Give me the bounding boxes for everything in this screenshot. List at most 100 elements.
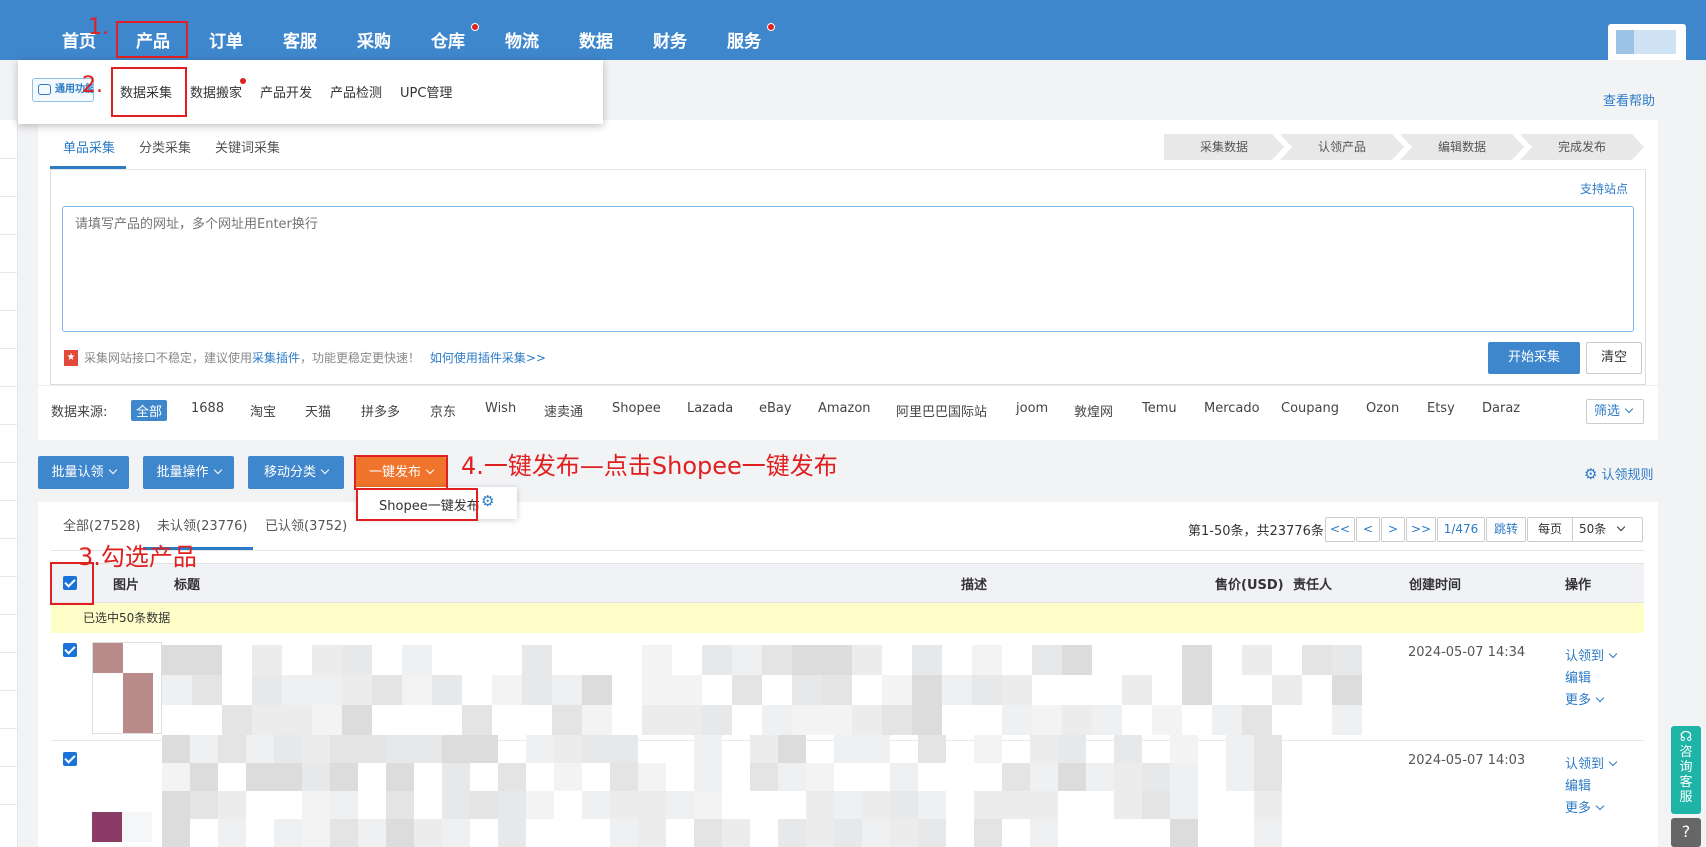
row-claim-link[interactable]: 认领到 <box>1565 753 1618 772</box>
source-daraz[interactable]: Daraz <box>1482 401 1520 416</box>
batch-ops-button[interactable]: 批量操作 <box>143 456 234 489</box>
chevron-down-icon <box>320 465 330 475</box>
help-link[interactable]: 查看帮助 <box>1603 90 1655 109</box>
nav-item-services[interactable]: 服务 <box>727 27 761 52</box>
help-question-icon[interactable]: ? <box>1671 818 1701 847</box>
source-pinduoduo[interactable]: 拼多多 <box>361 401 400 420</box>
filter-label: 筛选 <box>1594 404 1621 419</box>
blur-pixel <box>342 675 372 705</box>
clear-button[interactable]: 清空 <box>1586 342 1642 374</box>
blur-pixel <box>162 675 192 705</box>
howto-plugin-link[interactable]: 如何使用插件采集>> <box>430 351 546 365</box>
row-more-link[interactable]: 更多 <box>1565 797 1605 816</box>
per-page-select[interactable]: 每页 50条 <box>1527 517 1643 542</box>
blur-pixel <box>358 735 386 763</box>
tab-keyword-collect[interactable]: 关键词采集 <box>215 137 280 156</box>
source-1688[interactable]: 1688 <box>191 401 224 416</box>
start-collect-button[interactable]: 开始采集 <box>1488 342 1580 374</box>
blur-pixel <box>1030 791 1058 819</box>
source-shopee[interactable]: Shopee <box>612 401 661 416</box>
page-next-button[interactable]: > <box>1381 517 1405 542</box>
tab-all-products[interactable]: 全部(27528) <box>63 515 141 534</box>
blur-pixel <box>1002 763 1030 791</box>
nav-item-logistics[interactable]: 物流 <box>505 27 539 52</box>
submenu-product-check[interactable]: 产品检测 <box>330 82 382 101</box>
avatar[interactable] <box>1608 24 1686 60</box>
source-temu[interactable]: Temu <box>1142 401 1177 416</box>
blur-pixel <box>702 645 732 675</box>
tab-single-collect[interactable]: 单品采集 <box>63 137 115 156</box>
page-first-button[interactable]: << <box>1325 517 1355 542</box>
customer-service-widget[interactable]: ☊ 咨询客服 <box>1671 726 1701 814</box>
blur-pixel <box>666 791 694 819</box>
blur-pixel <box>372 675 402 705</box>
blur-pixel <box>1332 705 1362 735</box>
support-sites-link[interactable]: 支持站点 <box>1580 180 1628 197</box>
source-etsy[interactable]: Etsy <box>1427 401 1455 416</box>
page-prev-button[interactable]: < <box>1356 517 1380 542</box>
source-jd[interactable]: 京东 <box>430 401 456 420</box>
blur-pixel <box>778 763 806 791</box>
blur-pixel <box>610 791 638 819</box>
nav-item-warehouse[interactable]: 仓库 <box>431 27 465 52</box>
blur-pixel <box>750 763 778 791</box>
blur-pixel <box>312 705 342 735</box>
source-dhgate[interactable]: 敦煌网 <box>1074 401 1113 420</box>
row-claim-link[interactable]: 认领到 <box>1565 645 1618 664</box>
source-coupang[interactable]: Coupang <box>1281 401 1339 416</box>
submenu-product-dev[interactable]: 产品开发 <box>260 82 312 101</box>
tab-category-collect[interactable]: 分类采集 <box>139 137 191 156</box>
source-mercado[interactable]: Mercado <box>1204 401 1260 416</box>
source-wish[interactable]: Wish <box>485 401 516 416</box>
blur-pixel <box>852 645 882 675</box>
robot-icon <box>38 84 51 95</box>
source-amazon[interactable]: Amazon <box>818 401 871 416</box>
nav-item-orders[interactable]: 订单 <box>209 27 243 52</box>
source-all[interactable]: 全部 <box>131 400 168 421</box>
nav-item-data[interactable]: 数据 <box>579 27 613 52</box>
batch-claim-button[interactable]: 批量认领 <box>38 456 129 489</box>
nav-item-purchase[interactable]: 采购 <box>357 27 391 52</box>
tab-unclaimed[interactable]: 未认领(23776) <box>157 515 248 534</box>
blur-pixel <box>552 705 582 735</box>
blur-pixel <box>1062 705 1092 735</box>
nav-item-customer-service[interactable]: 客服 <box>283 27 317 52</box>
source-lazada[interactable]: Lazada <box>687 401 733 416</box>
row-checkbox[interactable] <box>63 752 77 766</box>
submenu-data-move[interactable]: 数据搬家 <box>190 82 242 101</box>
source-joom[interactable]: joom <box>1016 401 1048 416</box>
source-aliexpress[interactable]: 速卖通 <box>544 401 583 420</box>
row-edit-link[interactable]: 编辑 <box>1565 775 1591 794</box>
source-taobao[interactable]: 淘宝 <box>250 401 276 420</box>
blur-pixel <box>470 735 498 763</box>
row-checkbox[interactable] <box>63 643 77 657</box>
page-last-button[interactable]: >> <box>1406 517 1436 542</box>
row-edit-link[interactable]: 编辑 <box>1565 667 1591 686</box>
submenu-upc[interactable]: UPC管理 <box>400 82 452 101</box>
blur-pixel <box>610 763 638 791</box>
source-alibaba[interactable]: 阿里巴巴国际站 <box>896 401 987 420</box>
page-number-input[interactable]: 1/476 <box>1437 517 1485 542</box>
header-image: 图片 <box>113 578 140 593</box>
blur-pixel <box>1254 791 1282 819</box>
gear-icon[interactable]: ⚙ <box>481 492 494 510</box>
source-ozon[interactable]: Ozon <box>1366 401 1399 416</box>
nav-item-finance[interactable]: 财务 <box>653 27 687 52</box>
plugin-link[interactable]: 采集插件 <box>252 351 300 365</box>
blur-pixel <box>974 791 1002 819</box>
blur-pixel <box>694 763 722 791</box>
filter-dropdown[interactable]: 筛选 <box>1586 399 1644 424</box>
blur-pixel <box>442 791 470 819</box>
tab-claimed[interactable]: 已认领(3752) <box>265 515 347 534</box>
source-ebay[interactable]: eBay <box>759 401 792 416</box>
header-owner: 责任人 <box>1293 578 1333 593</box>
source-tmall[interactable]: 天猫 <box>305 401 331 420</box>
page-jump-button[interactable]: 跳转 <box>1486 517 1526 542</box>
blur-pixel <box>402 675 432 705</box>
blur-pixel <box>1092 705 1122 735</box>
row-more-link[interactable]: 更多 <box>1565 689 1605 708</box>
blur-pixel <box>890 791 918 819</box>
move-category-button[interactable]: 移动分类 <box>248 456 344 489</box>
claim-rules-link[interactable]: ⚙ 认领规则 <box>1584 464 1653 483</box>
url-input[interactable] <box>62 206 1634 332</box>
